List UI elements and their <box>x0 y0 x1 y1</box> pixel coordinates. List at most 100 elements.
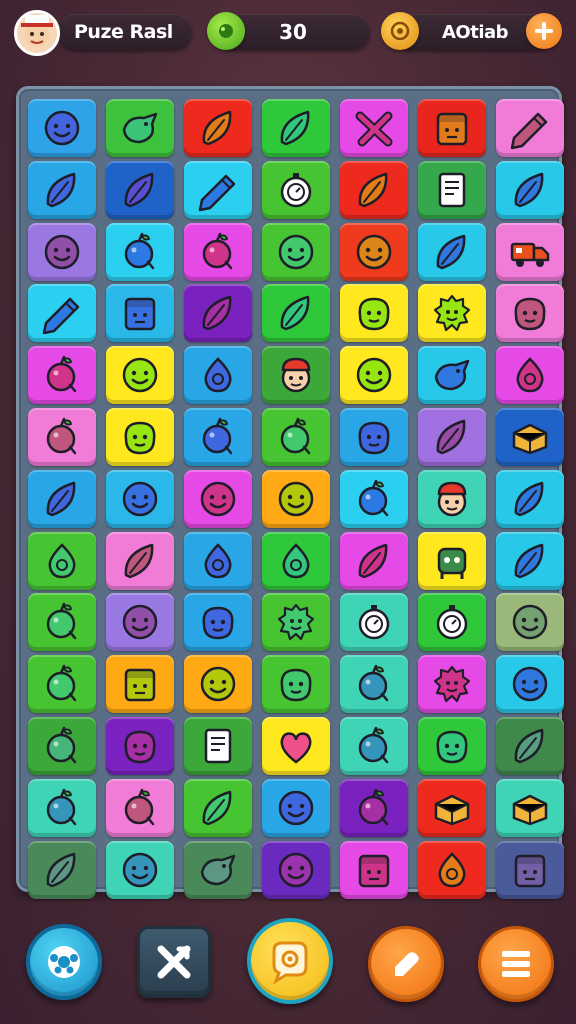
tile-r13-c1[interactable] <box>28 840 96 899</box>
tile-r4-c4[interactable] <box>262 284 330 343</box>
tile-r6-c1[interactable] <box>28 407 96 466</box>
tile-r5-c4[interactable] <box>262 346 330 405</box>
tile-r5-c7[interactable] <box>496 346 564 405</box>
tile-r5-c1[interactable] <box>28 346 96 405</box>
tile-r6-c3[interactable] <box>184 407 252 466</box>
tile-r12-c7[interactable] <box>496 778 564 837</box>
tile-r7-c6[interactable] <box>418 469 486 528</box>
tile-r8-c7[interactable] <box>496 531 564 590</box>
tile-r3-c3[interactable] <box>184 222 252 281</box>
tile-r5-c6[interactable] <box>418 346 486 405</box>
tile-r2-c6[interactable] <box>418 160 486 219</box>
tile-r9-c3[interactable] <box>184 593 252 652</box>
tile-r9-c7[interactable] <box>496 593 564 652</box>
tile-r8-c4[interactable] <box>262 531 330 590</box>
tile-r9-c4[interactable] <box>262 593 330 652</box>
tile-r4-c6[interactable] <box>418 284 486 343</box>
chef-avatar-icon[interactable] <box>14 10 60 56</box>
tile-r5-c5[interactable] <box>340 346 408 405</box>
tile-r2-c4[interactable] <box>262 160 330 219</box>
tile-r13-c2[interactable] <box>106 840 174 899</box>
tile-r10-c4[interactable] <box>262 655 330 714</box>
tile-r13-c6[interactable] <box>418 840 486 899</box>
tile-r3-c4[interactable] <box>262 222 330 281</box>
controller-button[interactable] <box>26 924 102 1000</box>
tile-r12-c2[interactable] <box>106 778 174 837</box>
tile-r11-c5[interactable] <box>340 716 408 775</box>
tile-r7-c5[interactable] <box>340 469 408 528</box>
berry-icon <box>202 232 233 269</box>
tile-r3-c5[interactable] <box>340 222 408 281</box>
tile-r2-c1[interactable] <box>28 160 96 219</box>
tile-r13-c3[interactable] <box>184 840 252 899</box>
tile-r4-c2[interactable] <box>106 284 174 343</box>
pencil-button[interactable] <box>368 926 444 1002</box>
tile-r13-c7[interactable] <box>496 840 564 899</box>
tile-r11-c2[interactable] <box>106 716 174 775</box>
tile-r2-c2[interactable] <box>106 160 174 219</box>
tile-r2-c5[interactable] <box>340 160 408 219</box>
tile-r11-c6[interactable] <box>418 716 486 775</box>
tile-r3-c6[interactable] <box>418 222 486 281</box>
tile-r8-c2[interactable] <box>106 531 174 590</box>
tile-r8-c1[interactable] <box>28 531 96 590</box>
tile-r8-c3[interactable] <box>184 531 252 590</box>
tile-r6-c7[interactable] <box>496 407 564 466</box>
tile-r6-c2[interactable] <box>106 407 174 466</box>
tile-r7-c4[interactable] <box>262 469 330 528</box>
tile-r11-c7[interactable] <box>496 716 564 775</box>
tile-r2-c3[interactable] <box>184 160 252 219</box>
tile-r3-c7[interactable] <box>496 222 564 281</box>
tile-r12-c6[interactable] <box>418 778 486 837</box>
tile-r1-c5[interactable] <box>340 99 408 157</box>
menu-button[interactable] <box>478 926 554 1002</box>
leaf-icon <box>124 543 154 578</box>
tile-r1-c3[interactable] <box>184 99 252 157</box>
tile-r7-c7[interactable] <box>496 469 564 528</box>
tile-r7-c1[interactable] <box>28 469 96 528</box>
tile-r10-c7[interactable] <box>496 655 564 714</box>
plus-icon[interactable] <box>526 13 562 49</box>
tile-r4-c3[interactable] <box>184 284 252 343</box>
tile-r6-c5[interactable] <box>340 407 408 466</box>
tile-r12-c5[interactable] <box>340 778 408 837</box>
tile-r5-c2[interactable] <box>106 346 174 405</box>
tile-r1-c4[interactable] <box>262 99 330 157</box>
tile-r13-c4[interactable] <box>262 840 330 899</box>
tile-r13-c5[interactable] <box>340 840 408 899</box>
tile-r6-c6[interactable] <box>418 407 486 466</box>
tile-r10-c5[interactable] <box>340 655 408 714</box>
tile-r10-c6[interactable] <box>418 655 486 714</box>
tile-r1-c1[interactable] <box>28 99 96 157</box>
hint-button[interactable] <box>247 918 333 1004</box>
tile-r4-c1[interactable] <box>28 284 96 343</box>
tile-r3-c2[interactable] <box>106 222 174 281</box>
tile-r1-c2[interactable] <box>106 99 174 157</box>
tile-r8-c6[interactable] <box>418 531 486 590</box>
tile-r7-c3[interactable] <box>184 469 252 528</box>
shuffle-button[interactable] <box>137 926 211 998</box>
tile-r10-c1[interactable] <box>28 655 96 714</box>
tile-r1-c6[interactable] <box>418 99 486 157</box>
tile-r12-c4[interactable] <box>262 778 330 837</box>
tile-r11-c4[interactable] <box>262 716 330 775</box>
tile-r3-c1[interactable] <box>28 222 96 281</box>
tile-r10-c2[interactable] <box>106 655 174 714</box>
tile-r9-c2[interactable] <box>106 593 174 652</box>
tile-r9-c6[interactable] <box>418 593 486 652</box>
tile-r11-c3[interactable] <box>184 716 252 775</box>
tile-r11-c1[interactable] <box>28 716 96 775</box>
tile-r10-c3[interactable] <box>184 655 252 714</box>
tile-r7-c2[interactable] <box>106 469 174 528</box>
tile-r9-c5[interactable] <box>340 593 408 652</box>
tile-r4-c7[interactable] <box>496 284 564 343</box>
tile-r5-c3[interactable] <box>184 346 252 405</box>
tile-r12-c3[interactable] <box>184 778 252 837</box>
tile-r2-c7[interactable] <box>496 160 564 219</box>
tile-r6-c4[interactable] <box>262 407 330 466</box>
tile-r12-c1[interactable] <box>28 778 96 837</box>
tile-r4-c5[interactable] <box>340 284 408 343</box>
tile-r1-c7[interactable] <box>496 99 564 157</box>
tile-r9-c1[interactable] <box>28 593 96 652</box>
tile-r8-c5[interactable] <box>340 531 408 590</box>
